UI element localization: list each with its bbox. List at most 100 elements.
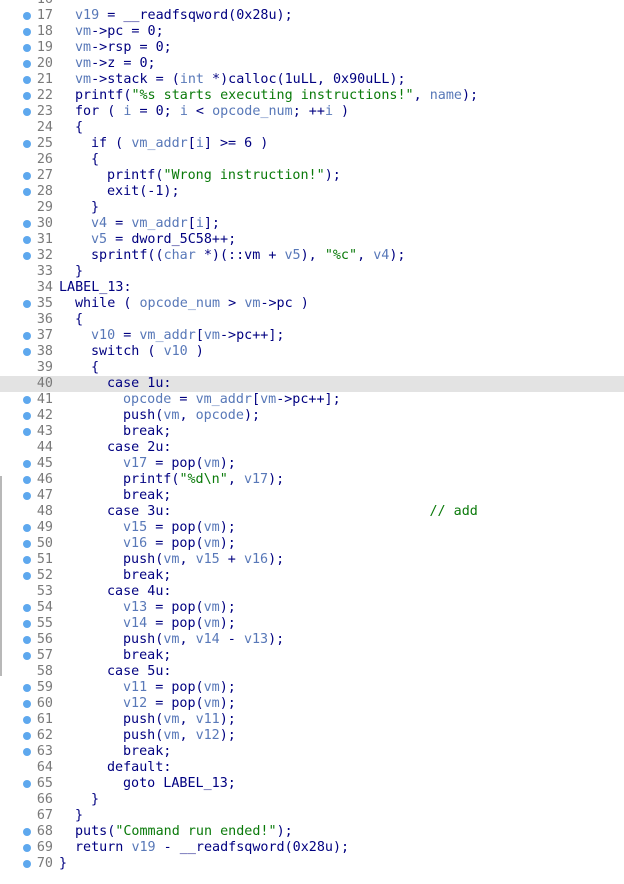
breakpoint-dot-icon[interactable] bbox=[23, 428, 31, 436]
code-line[interactable]: 46 printf("%d\n", v17); bbox=[0, 472, 624, 488]
breakpoint-dot-icon[interactable] bbox=[23, 348, 31, 356]
breakpoint-dot-icon[interactable] bbox=[23, 44, 31, 52]
breakpoint-dot-icon[interactable] bbox=[23, 748, 31, 756]
code-line[interactable]: 69 return v19 - __readfsqword(0x28u); bbox=[0, 840, 624, 856]
code-line[interactable]: 70} bbox=[0, 856, 624, 872]
breakpoint-dot-icon[interactable] bbox=[23, 636, 31, 644]
breakpoint-dot-icon[interactable] bbox=[23, 716, 31, 724]
code-line[interactable]: 48 case 3u: // add bbox=[0, 504, 624, 520]
code-token: [ bbox=[195, 328, 204, 343]
code-line[interactable]: 39 { bbox=[0, 360, 624, 376]
code-line[interactable]: 47 break; bbox=[0, 488, 624, 504]
code-token: } bbox=[75, 808, 84, 823]
breakpoint-dot-icon[interactable] bbox=[23, 396, 31, 404]
code-line[interactable]: 53 case 4u: bbox=[0, 584, 624, 600]
code-line[interactable]: 40 case 1u: bbox=[0, 376, 624, 392]
code-line[interactable]: 45 v17 = pop(vm); bbox=[0, 456, 624, 472]
code-line[interactable]: 27 printf("Wrong instruction!"); bbox=[0, 168, 624, 184]
code-line[interactable]: 42 push(vm, opcode); bbox=[0, 408, 624, 424]
code-line[interactable]: 38 switch ( v10 ) bbox=[0, 344, 624, 360]
breakpoint-dot-icon[interactable] bbox=[23, 236, 31, 244]
code-line[interactable]: 23 for ( i = 0; i < opcode_num; ++i ) bbox=[0, 104, 624, 120]
identifier: opcode_num bbox=[139, 296, 221, 311]
code-line[interactable]: 49 v15 = pop(vm); bbox=[0, 520, 624, 536]
code-line[interactable]: 16 bbox=[0, 0, 624, 8]
code-line[interactable]: 43 break; bbox=[0, 424, 624, 440]
code-line[interactable]: 62 push(vm, v12); bbox=[0, 728, 624, 744]
code-line[interactable]: 30 v4 = vm_addr[i]; bbox=[0, 216, 624, 232]
breakpoint-dot-icon[interactable] bbox=[23, 732, 31, 740]
code-line[interactable]: 35 while ( opcode_num > vm->pc ) bbox=[0, 296, 624, 312]
code-line[interactable]: 19 vm->rsp = 0; bbox=[0, 40, 624, 56]
breakpoint-dot-icon[interactable] bbox=[23, 76, 31, 84]
breakpoint-dot-icon[interactable] bbox=[23, 92, 31, 100]
breakpoint-dot-icon[interactable] bbox=[23, 28, 31, 36]
breakpoint-dot-icon[interactable] bbox=[23, 700, 31, 708]
breakpoint-dot-icon[interactable] bbox=[23, 492, 31, 500]
code-line[interactable]: 26 { bbox=[0, 152, 624, 168]
code-text: sprintf((char *)(::vm + v5), "%c", v4); bbox=[91, 248, 405, 264]
code-line[interactable]: 50 v16 = pop(vm); bbox=[0, 536, 624, 552]
breakpoint-dot-icon[interactable] bbox=[23, 572, 31, 580]
breakpoint-dot-icon[interactable] bbox=[23, 556, 31, 564]
breakpoint-dot-icon[interactable] bbox=[23, 12, 31, 20]
breakpoint-dot-icon[interactable] bbox=[23, 172, 31, 180]
code-line[interactable]: 20 vm->z = 0; bbox=[0, 56, 624, 72]
breakpoint-dot-icon[interactable] bbox=[23, 540, 31, 548]
breakpoint-dot-icon[interactable] bbox=[23, 844, 31, 852]
breakpoint-dot-icon[interactable] bbox=[23, 140, 31, 148]
breakpoint-dot-icon[interactable] bbox=[23, 780, 31, 788]
code-line[interactable]: 52 break; bbox=[0, 568, 624, 584]
breakpoint-dot-icon[interactable] bbox=[23, 412, 31, 420]
pseudocode-view[interactable]: 1617v19 = __readfsqword(0x28u);18vm->pc … bbox=[0, 0, 624, 884]
code-line[interactable]: 17 v19 = __readfsqword(0x28u); bbox=[0, 8, 624, 24]
code-line[interactable]: 66} bbox=[0, 792, 624, 808]
code-line[interactable]: 22 printf("%s starts executing instructio… bbox=[0, 88, 624, 104]
line-number: 64 bbox=[36, 760, 53, 775]
code-line[interactable]: 33} bbox=[0, 264, 624, 280]
code-line[interactable]: 64 default: bbox=[0, 760, 624, 776]
breakpoint-dot-icon[interactable] bbox=[23, 860, 31, 868]
breakpoint-dot-icon[interactable] bbox=[23, 828, 31, 836]
breakpoint-dot-icon[interactable] bbox=[23, 188, 31, 196]
code-line[interactable]: 34 LABEL_13: bbox=[0, 280, 624, 296]
breakpoint-dot-icon[interactable] bbox=[23, 300, 31, 308]
code-line[interactable]: 61 push(vm, v11); bbox=[0, 712, 624, 728]
breakpoint-dot-icon[interactable] bbox=[23, 652, 31, 660]
breakpoint-dot-icon[interactable] bbox=[23, 252, 31, 260]
code-line[interactable]: 29} bbox=[0, 200, 624, 216]
code-line[interactable]: 54 v13 = pop(vm); bbox=[0, 600, 624, 616]
code-line[interactable]: 59 v11 = pop(vm); bbox=[0, 680, 624, 696]
breakpoint-dot-icon[interactable] bbox=[23, 684, 31, 692]
code-line[interactable]: 67} bbox=[0, 808, 624, 824]
code-line[interactable]: 36 { bbox=[0, 312, 624, 328]
code-line[interactable]: 41 opcode = vm_addr[vm->pc++]; bbox=[0, 392, 624, 408]
code-line[interactable]: 28 exit(-1); bbox=[0, 184, 624, 200]
code-line[interactable]: 37 v10 = vm_addr[vm->pc++]; bbox=[0, 328, 624, 344]
breakpoint-dot-icon[interactable] bbox=[23, 460, 31, 468]
code-line[interactable]: 51 push(vm, v15 + v16); bbox=[0, 552, 624, 568]
code-line[interactable]: 44 case 2u: bbox=[0, 440, 624, 456]
code-line[interactable]: 68 puts("Command run ended!"); bbox=[0, 824, 624, 840]
code-line[interactable]: 57 break; bbox=[0, 648, 624, 664]
breakpoint-dot-icon[interactable] bbox=[23, 332, 31, 340]
code-line[interactable]: 58 case 5u: bbox=[0, 664, 624, 680]
code-line[interactable]: 25 if ( vm_addr[i] >= 6 ) bbox=[0, 136, 624, 152]
breakpoint-dot-icon[interactable] bbox=[23, 60, 31, 68]
breakpoint-dot-icon[interactable] bbox=[23, 220, 31, 228]
code-line[interactable]: 65 goto LABEL_13; bbox=[0, 776, 624, 792]
breakpoint-dot-icon[interactable] bbox=[23, 476, 31, 484]
code-line[interactable]: 18 vm->pc = 0; bbox=[0, 24, 624, 40]
code-line[interactable]: 32 sprintf((char *)(::vm + v5), "%c", v4)… bbox=[0, 248, 624, 264]
code-line[interactable]: 56 push(vm, v14 - v13); bbox=[0, 632, 624, 648]
breakpoint-dot-icon[interactable] bbox=[23, 604, 31, 612]
code-line[interactable]: 60 v12 = pop(vm); bbox=[0, 696, 624, 712]
breakpoint-dot-icon[interactable] bbox=[23, 524, 31, 532]
breakpoint-dot-icon[interactable] bbox=[23, 620, 31, 628]
code-line[interactable]: 21 vm->stack = (int *)calloc(1uLL, 0x90uL… bbox=[0, 72, 624, 88]
code-line[interactable]: 31 v5 = dword_5C58++; bbox=[0, 232, 624, 248]
breakpoint-dot-icon[interactable] bbox=[23, 108, 31, 116]
code-line[interactable]: 55 v14 = pop(vm); bbox=[0, 616, 624, 632]
code-line[interactable]: 24 { bbox=[0, 120, 624, 136]
code-line[interactable]: 63 break; bbox=[0, 744, 624, 760]
